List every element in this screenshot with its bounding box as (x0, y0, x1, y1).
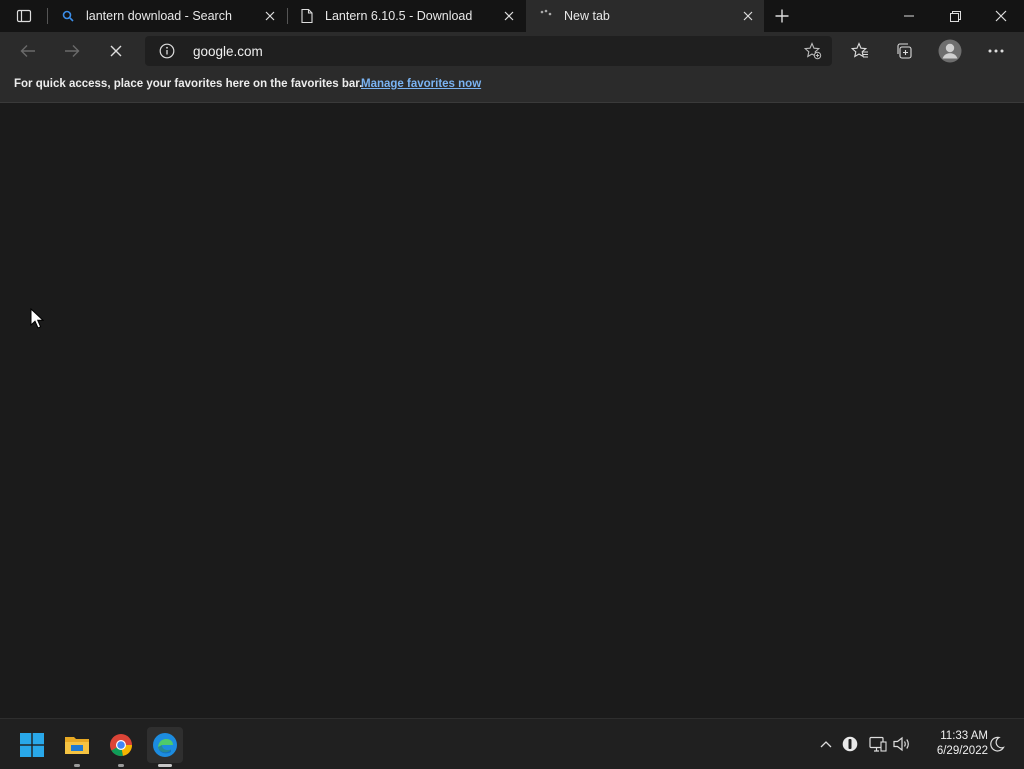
stop-loading-button[interactable] (101, 36, 131, 66)
running-indicator (118, 764, 124, 767)
settings-more-button[interactable] (981, 36, 1011, 66)
lantern-icon (842, 736, 858, 752)
close-tab-icon[interactable] (499, 6, 519, 26)
collections-icon (897, 43, 912, 59)
tab-title: lantern download - Search (86, 9, 232, 23)
tab-title: Lantern 6.10.5 - Download (325, 9, 473, 23)
volume-tray-icon[interactable] (893, 735, 911, 753)
url-text[interactable]: google.com (193, 44, 263, 59)
restore-button[interactable] (932, 0, 978, 32)
loading-icon (538, 8, 554, 24)
forward-button[interactable] (57, 36, 87, 66)
focus-assist-icon[interactable] (988, 735, 1006, 753)
restore-icon (949, 10, 961, 22)
add-favorite-icon[interactable] (804, 42, 822, 60)
minimize-button[interactable] (886, 0, 932, 32)
chrome-icon (110, 734, 133, 757)
favorites-button[interactable] (845, 36, 875, 66)
tab-actions-icon (16, 9, 32, 23)
close-tab-icon[interactable] (260, 6, 280, 26)
favorites-bar: For quick access, place your favorites h… (0, 70, 1024, 103)
back-button[interactable] (13, 36, 43, 66)
manage-favorites-link[interactable]: Manage favorites now (361, 78, 481, 90)
tab-strip: lantern download - Search Lantern 6.10.5… (0, 0, 1024, 32)
lantern-tray-icon[interactable] (841, 735, 859, 753)
profile-button[interactable] (935, 36, 965, 66)
running-indicator (158, 764, 172, 767)
more-icon (988, 49, 1004, 53)
minimize-icon (904, 15, 914, 17)
tab-new-tab[interactable]: New tab (526, 0, 764, 32)
taskbar-clock[interactable]: 11:33 AM 6/29/2022 (918, 729, 988, 759)
network-icon (869, 736, 887, 752)
arrow-right-icon (65, 45, 80, 57)
clock-time: 11:33 AM (940, 730, 988, 742)
close-icon (995, 10, 1007, 22)
tab-search[interactable]: lantern download - Search (48, 0, 286, 32)
volume-icon (893, 736, 909, 752)
clock-date: 6/29/2022 (936, 745, 988, 757)
network-tray-icon[interactable] (869, 735, 887, 753)
arrow-left-icon (20, 45, 35, 57)
edge-icon (153, 733, 177, 757)
search-icon (60, 8, 76, 24)
file-explorer-button[interactable] (59, 727, 95, 767)
folder-icon (65, 737, 89, 754)
favorites-bar-message: For quick access, place your favorites h… (14, 78, 363, 90)
address-bar[interactable]: google.com (145, 36, 832, 66)
navigation-toolbar: google.com (0, 32, 1024, 70)
info-icon[interactable] (159, 43, 175, 59)
tab-actions-button[interactable] (8, 6, 40, 26)
favorites-icon (851, 42, 868, 58)
page-content[interactable] (0, 103, 1024, 718)
close-tab-icon[interactable] (738, 6, 758, 26)
windows-logo-icon (20, 733, 44, 757)
avatar-icon (938, 39, 962, 63)
edge-button[interactable] (147, 727, 183, 767)
plus-icon (775, 9, 789, 23)
moon-icon (990, 736, 1005, 752)
start-button[interactable] (14, 727, 50, 763)
mouse-cursor-icon (30, 308, 44, 329)
chevron-up-icon (820, 741, 832, 748)
close-window-button[interactable] (978, 0, 1024, 32)
taskbar: 11:33 AM 6/29/2022 (0, 718, 1024, 769)
close-icon (110, 45, 122, 57)
chrome-button[interactable] (103, 727, 139, 767)
new-tab-button[interactable] (771, 5, 793, 27)
tab-lantern-download[interactable]: Lantern 6.10.5 - Download (287, 0, 525, 32)
tab-title: New tab (564, 9, 610, 23)
show-hidden-icons-button[interactable] (817, 735, 835, 753)
collections-button[interactable] (889, 36, 919, 66)
page-icon (299, 8, 315, 24)
running-indicator (74, 764, 80, 767)
